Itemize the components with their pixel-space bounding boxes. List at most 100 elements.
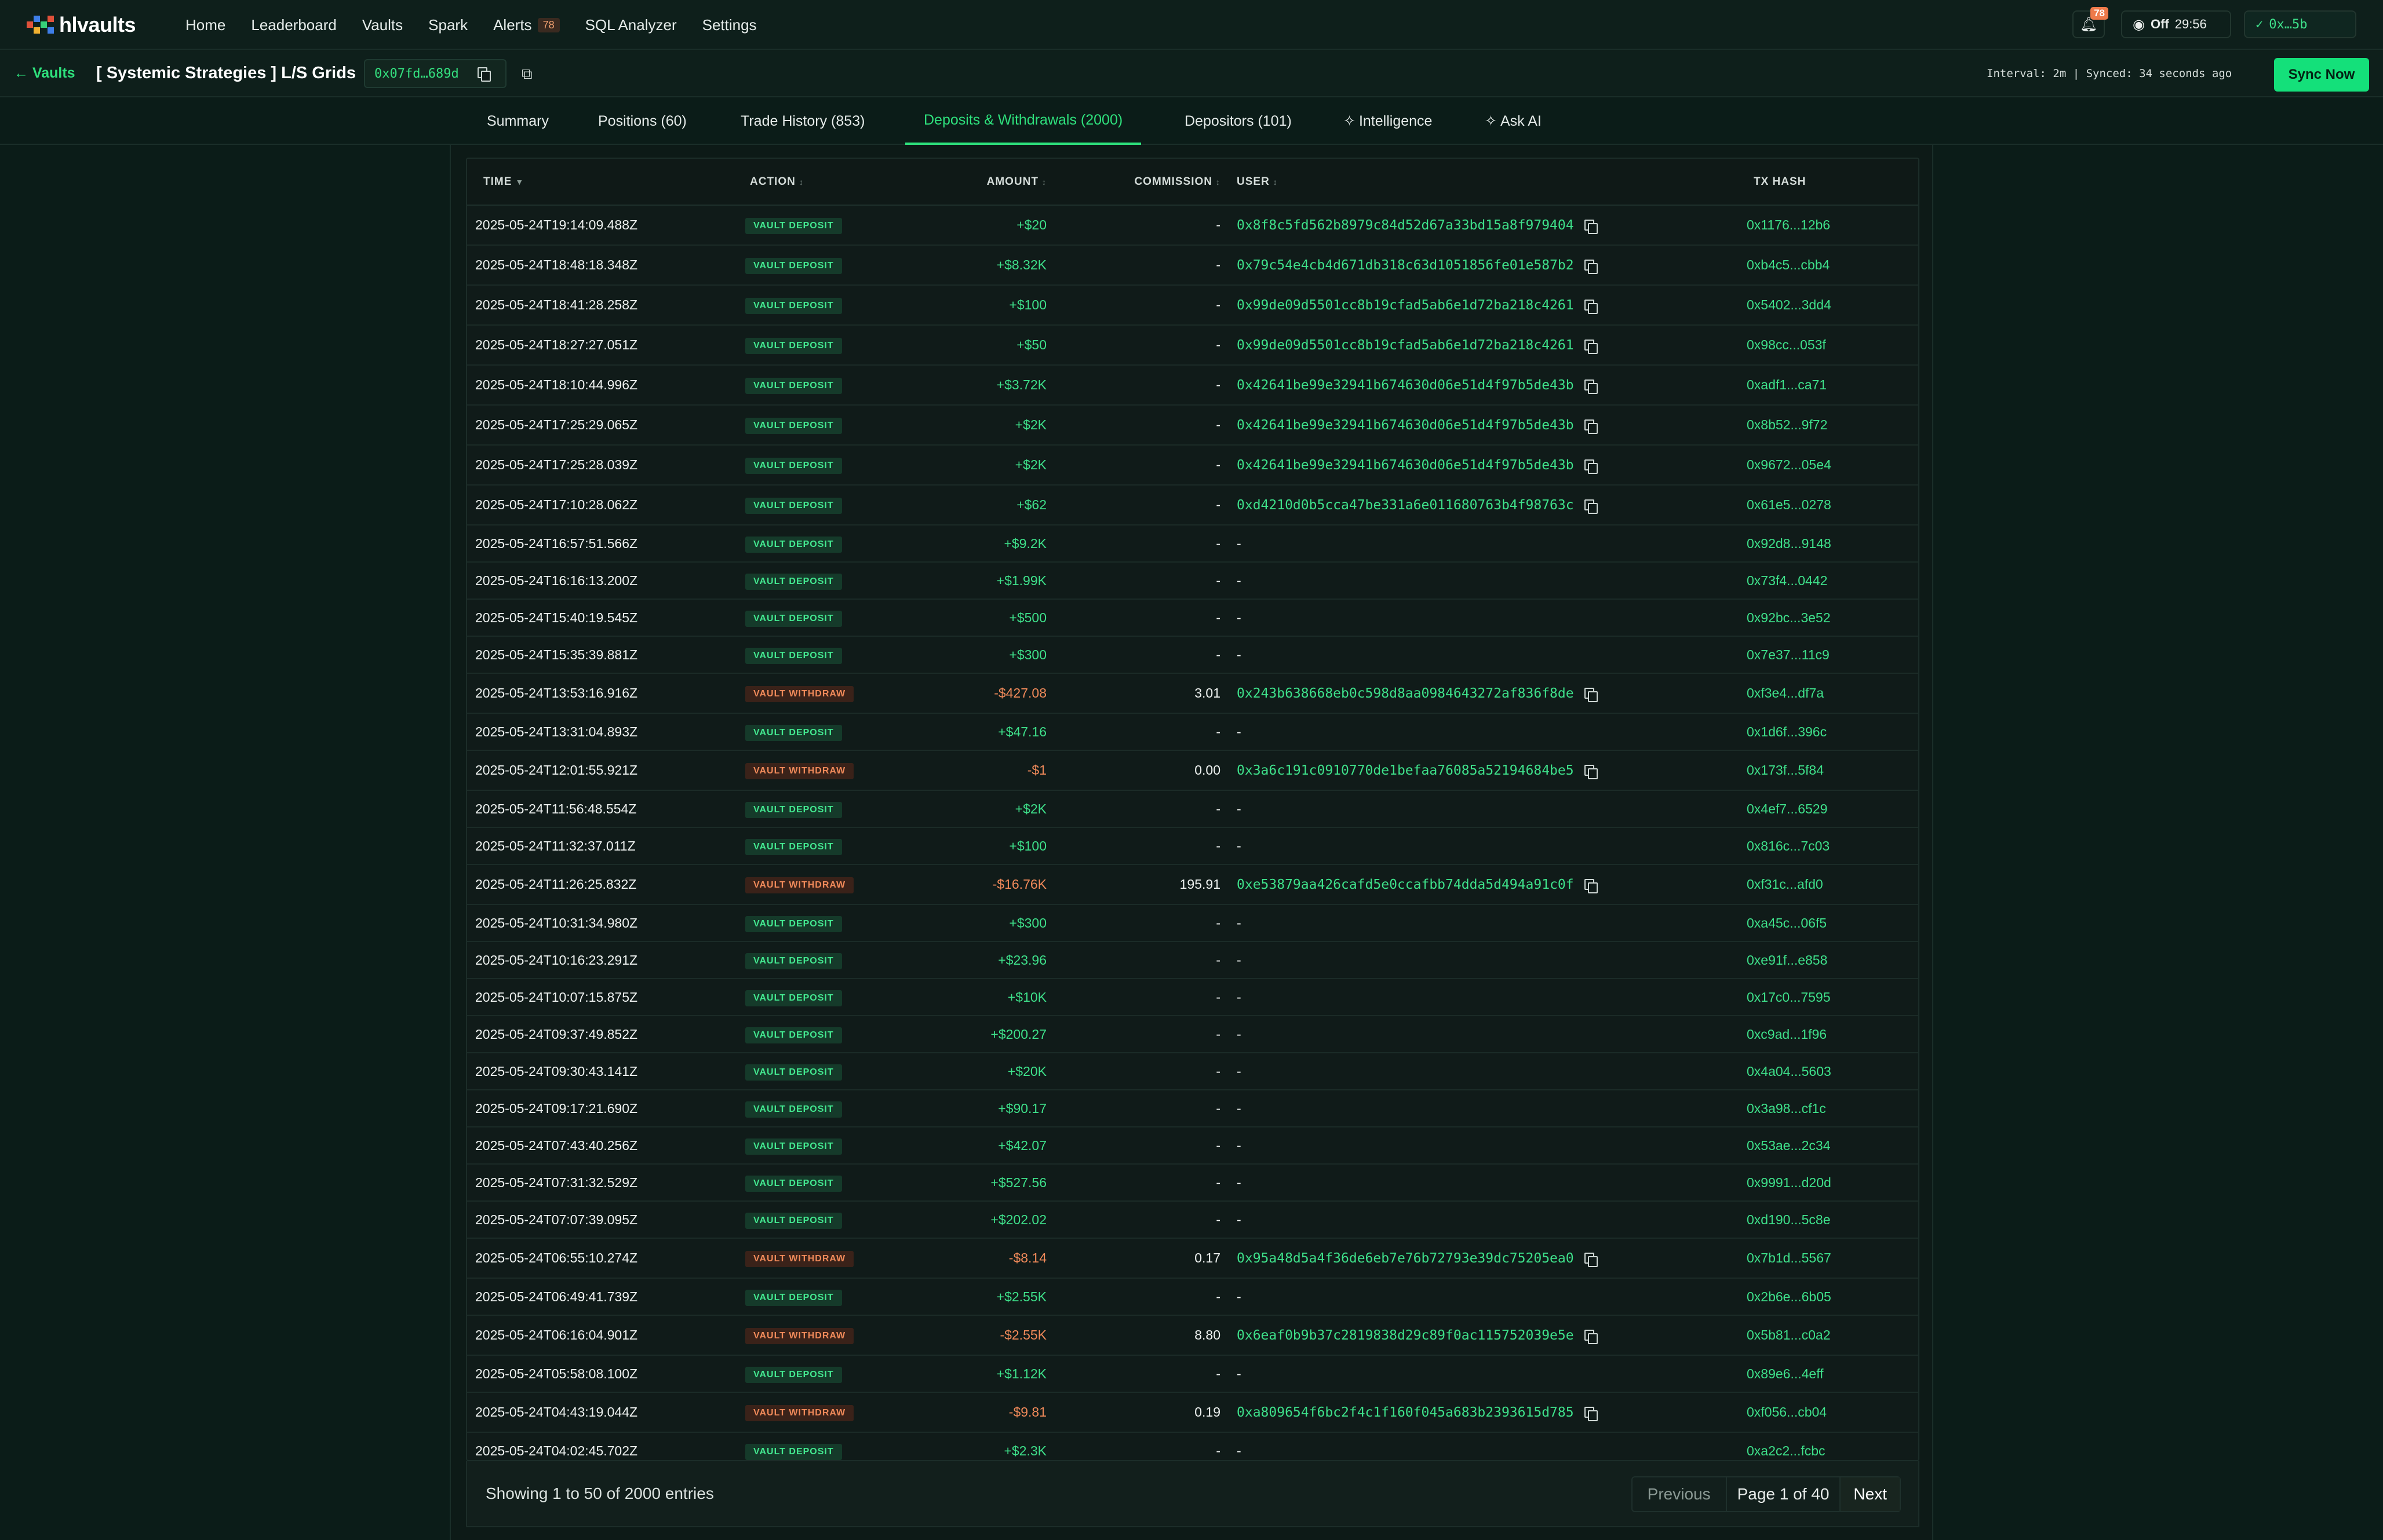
tx-hash-link[interactable]: 0x4a04...5603 — [1747, 1064, 1831, 1079]
copy-icon[interactable] — [1584, 764, 1598, 779]
tx-hash-link[interactable]: 0x17c0...7595 — [1747, 990, 1831, 1005]
tab-deposits-withdrawals[interactable]: Deposits & Withdrawals (2000) — [905, 97, 1142, 145]
tx-hash-link[interactable]: 0x7e37...11c9 — [1747, 647, 1830, 662]
tab-summary[interactable]: Summary — [487, 97, 549, 145]
tx-hash-link[interactable]: 0x173f...5f84 — [1747, 762, 1824, 778]
user-address-link[interactable]: 0x95a48d5a4f36de6eb7e76b72793e39dc75205e… — [1237, 1251, 1574, 1266]
cell-amount: -$8.14 — [913, 1238, 1047, 1279]
tx-hash-link[interactable]: 0xa2c2...fcbc — [1747, 1443, 1825, 1458]
tx-hash-link[interactable]: 0x7b1d...5567 — [1747, 1250, 1831, 1265]
tab-positions[interactable]: Positions (60) — [598, 97, 687, 145]
auto-refresh-toggle[interactable]: ◉ Off 29:56 — [2121, 10, 2231, 38]
copy-icon[interactable] — [1584, 499, 1598, 514]
cell-commission: - — [1047, 904, 1220, 942]
tx-hash-link[interactable]: 0x5402...3dd4 — [1747, 297, 1831, 312]
column-time[interactable]: TIME ▼ — [467, 159, 745, 206]
tx-hash-link[interactable]: 0xc9ad...1f96 — [1747, 1027, 1827, 1042]
tx-hash-link[interactable]: 0x9672...05e4 — [1747, 457, 1831, 472]
user-address-link[interactable]: 0xe53879aa426cafd5e0ccafbb74dda5d494a91c… — [1237, 877, 1574, 892]
nav-item-home[interactable]: Home — [185, 16, 225, 34]
user-address-link[interactable]: 0x42641be99e32941b674630d06e51d4f97b5de4… — [1237, 418, 1574, 433]
external-link-icon[interactable]: ⧉ — [522, 65, 533, 83]
tx-hash-link[interactable]: 0x5b81...c0a2 — [1747, 1327, 1831, 1342]
copy-icon[interactable] — [1584, 299, 1598, 314]
cell-tx-hash: 0x8b52...9f72 — [1747, 405, 1918, 446]
tx-hash-link[interactable]: 0xf3e4...df7a — [1747, 685, 1824, 700]
tab-intelligence[interactable]: ✧ Intelligence — [1343, 97, 1432, 145]
user-address-link[interactable]: 0xd4210d0b5cca47be331a6e011680763b4f9876… — [1237, 498, 1574, 513]
tab-trade-history[interactable]: Trade History (853) — [741, 97, 865, 145]
cell-commission: - — [1047, 405, 1220, 446]
notifications-button[interactable]: 🔔︎ 78 — [2072, 7, 2108, 38]
tx-hash-link[interactable]: 0x2b6e...6b05 — [1747, 1289, 1831, 1304]
copy-icon[interactable] — [1584, 219, 1598, 234]
tx-hash-link[interactable]: 0xb4c5...cbb4 — [1747, 257, 1830, 272]
tx-hash-link[interactable]: 0x92d8...9148 — [1747, 536, 1831, 551]
user-address-link[interactable]: 0x3a6c191c0910770de1befaa76085a52194684b… — [1237, 763, 1574, 778]
user-address-link[interactable]: 0x79c54e4cb4d671db318c63d1051856fe01e587… — [1237, 258, 1574, 273]
user-address-link[interactable]: 0x42641be99e32941b674630d06e51d4f97b5de4… — [1237, 458, 1574, 473]
user-address-link[interactable]: 0x99de09d5501cc8b19cfad5ab6e1d72ba218c42… — [1237, 338, 1574, 353]
tab-ask-ai[interactable]: ✧ Ask AI — [1485, 97, 1542, 145]
user-address-link[interactable]: 0x6eaf0b9b37c2819838d29c89f0ac115752039e… — [1237, 1328, 1574, 1343]
user-address-link[interactable]: 0x42641be99e32941b674630d06e51d4f97b5de4… — [1237, 378, 1574, 393]
tx-hash-link[interactable]: 0x1176...12b6 — [1747, 217, 1830, 232]
copy-icon[interactable] — [1584, 379, 1598, 394]
tx-hash-link[interactable]: 0x816c...7c03 — [1747, 838, 1830, 853]
copy-icon[interactable] — [1584, 878, 1598, 893]
tx-hash-link[interactable]: 0xadf1...ca71 — [1747, 377, 1827, 392]
column-amount[interactable]: AMOUNT ↕ — [913, 159, 1047, 206]
copy-icon[interactable] — [1584, 339, 1598, 354]
back-to-vaults-link[interactable]: ← Vaults — [14, 65, 75, 82]
copy-icon[interactable] — [1584, 1406, 1598, 1421]
column-user[interactable]: USER ↕ — [1220, 159, 1747, 206]
user-empty: - — [1237, 1289, 1241, 1304]
copy-icon[interactable] — [1584, 419, 1598, 434]
copy-icon[interactable] — [1584, 459, 1598, 474]
nav-item-sql-analyzer[interactable]: SQL Analyzer — [585, 16, 677, 34]
tx-hash-link[interactable]: 0x9991...d20d — [1747, 1175, 1831, 1190]
tx-hash-link[interactable]: 0x89e6...4eff — [1747, 1366, 1824, 1381]
copy-icon[interactable] — [1584, 687, 1598, 702]
action-badge: VAULT DEPOSIT — [745, 1064, 842, 1081]
user-address-link[interactable]: 0xa809654f6bc2f4c1f160f045a683b2393615d7… — [1237, 1405, 1574, 1420]
column-commission[interactable]: COMMISSION ↕ — [1047, 159, 1220, 206]
tx-hash-link[interactable]: 0x1d6f...396c — [1747, 724, 1827, 739]
copy-icon[interactable] — [1584, 1329, 1598, 1344]
cell-tx-hash: 0xb4c5...cbb4 — [1747, 245, 1918, 286]
nav-item-leaderboard[interactable]: Leaderboard — [251, 16, 336, 34]
logo[interactable]: hlvaults — [27, 13, 136, 37]
wallet-button[interactable]: ✓ 0x…5b — [2244, 10, 2356, 38]
tx-hash-link[interactable]: 0x92bc...3e52 — [1747, 610, 1831, 625]
user-address-link[interactable]: 0x99de09d5501cc8b19cfad5ab6e1d72ba218c42… — [1237, 298, 1574, 313]
sync-now-button[interactable]: Sync Now — [2274, 58, 2369, 92]
tx-hash-link[interactable]: 0x4ef7...6529 — [1747, 801, 1827, 816]
tx-hash-link[interactable]: 0x61e5...0278 — [1747, 497, 1831, 512]
action-badge: VAULT DEPOSIT — [745, 218, 842, 234]
user-empty: - — [1237, 952, 1241, 968]
tx-hash-link[interactable]: 0x53ae...2c34 — [1747, 1138, 1831, 1153]
tx-hash-link[interactable]: 0xd190...5c8e — [1747, 1212, 1831, 1227]
nav-item-vaults[interactable]: Vaults — [362, 16, 403, 34]
copy-icon[interactable] — [1584, 1252, 1598, 1267]
next-page-button[interactable]: Next — [1839, 1477, 1900, 1511]
tx-hash-link[interactable]: 0x8b52...9f72 — [1747, 417, 1827, 432]
tx-hash-link[interactable]: 0xe91f...e858 — [1747, 953, 1827, 968]
user-address-link[interactable]: 0x8f8c5fd562b8979c84d52d67a33bd15a8f9794… — [1237, 218, 1574, 233]
user-address-link[interactable]: 0x243b638668eb0c598d8aa0984643272af836f8… — [1237, 686, 1574, 701]
copy-icon[interactable] — [477, 67, 491, 82]
nav-item-settings[interactable]: Settings — [702, 16, 757, 34]
tab-depositors[interactable]: Depositors (101) — [1185, 97, 1292, 145]
copy-icon[interactable] — [1584, 259, 1598, 274]
nav-item-alerts[interactable]: Alerts 78 — [493, 16, 560, 34]
tx-hash-link[interactable]: 0xf31c...afd0 — [1747, 877, 1823, 892]
nav-item-spark[interactable]: Spark — [428, 16, 468, 34]
vault-address-pill[interactable]: 0x07fd…689d — [364, 59, 507, 88]
tx-hash-link[interactable]: 0xa45c...06f5 — [1747, 915, 1827, 930]
column-action[interactable]: ACTION ↕ — [745, 159, 913, 206]
tx-hash-link[interactable]: 0xf056...cb04 — [1747, 1404, 1827, 1419]
tx-hash-link[interactable]: 0x3a98...cf1c — [1747, 1101, 1826, 1116]
previous-page-button[interactable]: Previous — [1633, 1477, 1727, 1511]
tx-hash-link[interactable]: 0x73f4...0442 — [1747, 573, 1827, 588]
tx-hash-link[interactable]: 0x98cc...053f — [1747, 337, 1826, 352]
